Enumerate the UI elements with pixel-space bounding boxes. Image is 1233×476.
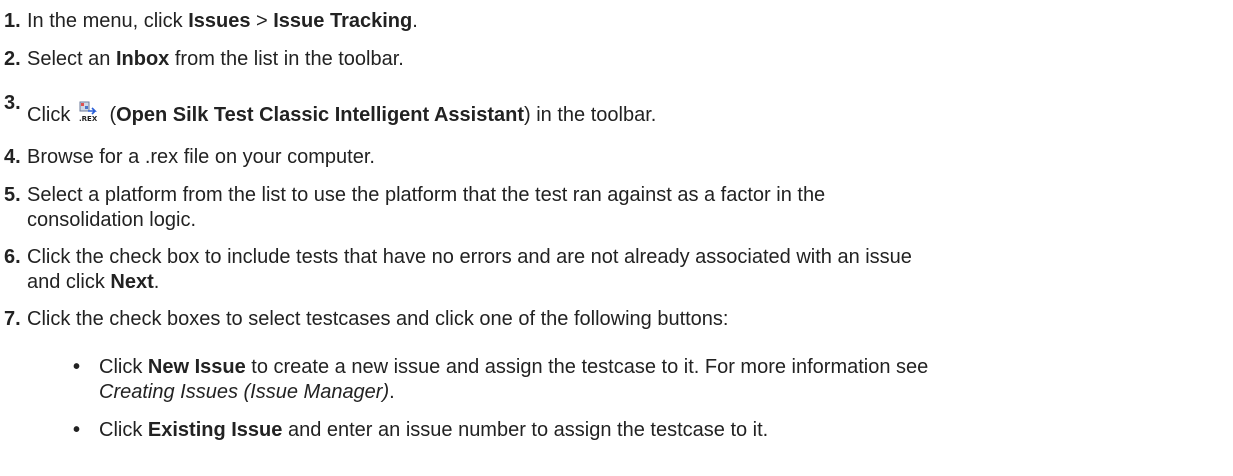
- step-text: Click the check boxes to select testcase…: [27, 308, 729, 330]
- menu-issue-tracking: Issue Tracking: [273, 10, 413, 32]
- step-number: 7.: [4, 308, 21, 330]
- step-number: 5.: [4, 184, 21, 206]
- bullet-text: Click Existing Issue and enter an issue …: [99, 419, 769, 441]
- step-number: 6.: [4, 246, 21, 268]
- svg-text:.REX: .REX: [79, 115, 98, 123]
- bullet-marker: •: [73, 356, 81, 378]
- bullet-text: Click New Issue to create a new issue an…: [99, 356, 929, 403]
- step-number: 2.: [4, 48, 21, 70]
- step-text: Select a platform from the list to use t…: [27, 184, 826, 231]
- step-text: In the menu, click Issues > Issue Tracki…: [27, 10, 418, 32]
- inbox-label: Inbox: [115, 48, 170, 70]
- next-button-label: Next: [110, 271, 154, 293]
- step-number: 3.: [4, 92, 21, 114]
- step-number: 4.: [4, 146, 21, 168]
- assistant-name: Open Silk Test Classic Intelligent Assis…: [116, 104, 524, 126]
- menu-issues: Issues: [188, 10, 251, 32]
- step-text: Click .REX (Open Silk Test Classic Intel…: [27, 101, 1222, 127]
- creating-issues-link-text: Creating Issues (Issue Manager): [99, 381, 390, 403]
- step-text: Select an Inbox from the list in the too…: [27, 48, 404, 70]
- step-text: Browse for a .rex file on your computer.: [27, 146, 375, 168]
- step-number: 1.: [4, 10, 21, 32]
- existing-issue-label: Existing Issue: [147, 419, 283, 441]
- step-text: Click the check box to include tests tha…: [27, 246, 912, 293]
- rex-file-icon: .REX: [78, 101, 98, 123]
- new-issue-label: New Issue: [147, 356, 246, 378]
- bullet-marker: •: [73, 419, 81, 441]
